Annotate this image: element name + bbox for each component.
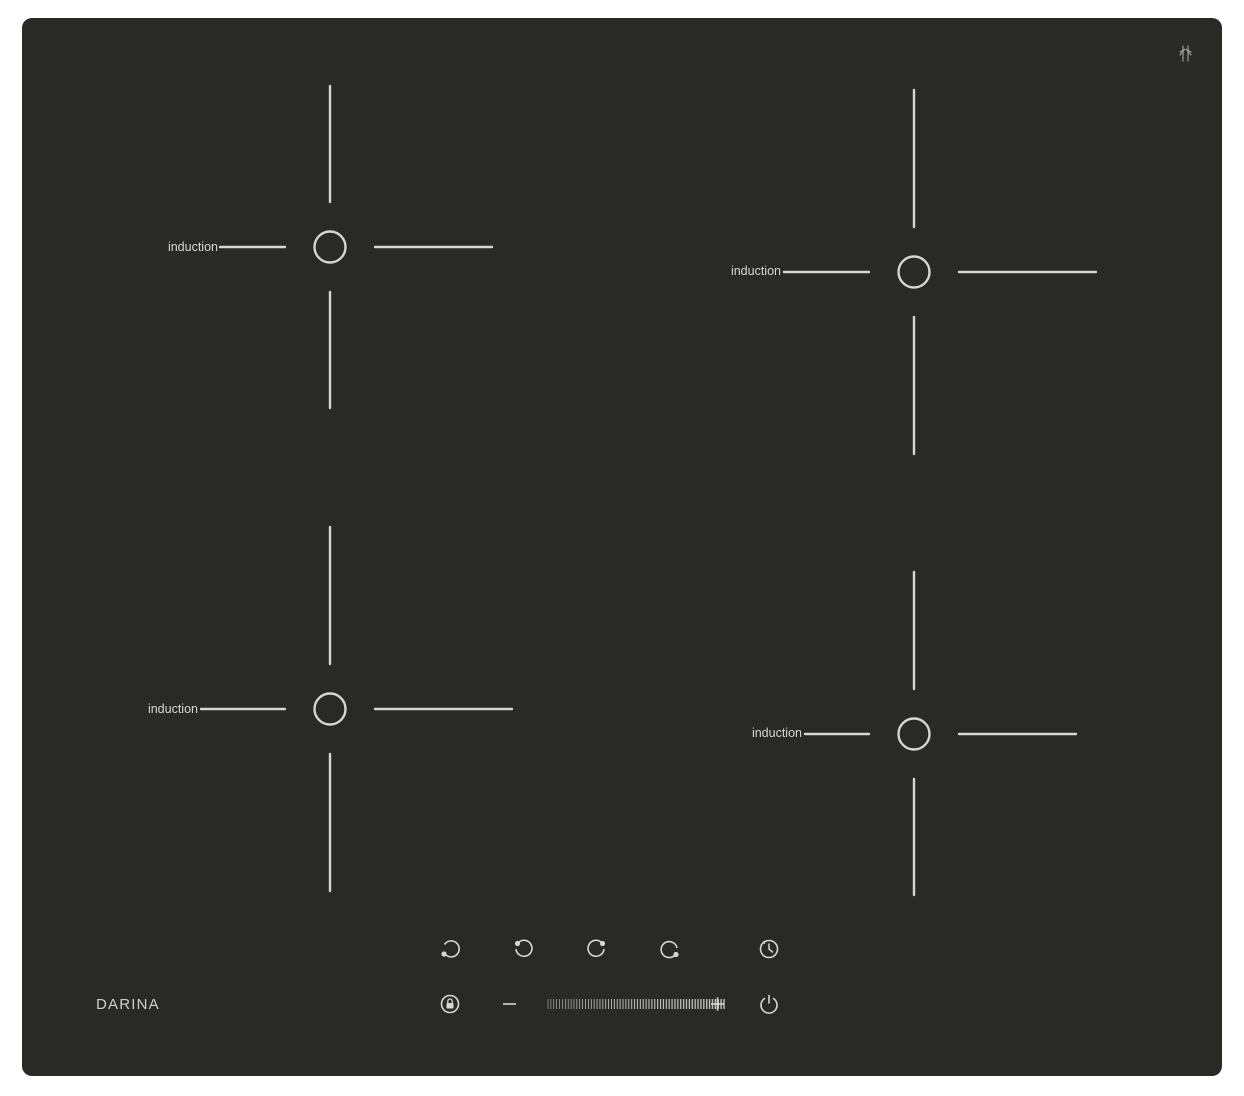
timer-icon: [759, 939, 779, 959]
zone-rear-left-icon: [441, 940, 460, 958]
zone-front-left-button[interactable]: [509, 935, 537, 963]
zone-rear-right-button[interactable]: [583, 935, 611, 963]
zone-front-right-marking: [803, 570, 1078, 897]
zone-rear-left-button[interactable]: [436, 935, 464, 963]
zone-rear-left-marking: [218, 84, 494, 410]
zone-markings: [199, 84, 1098, 897]
brand-logo: DARINA: [96, 996, 160, 1013]
minus-icon: [503, 1003, 516, 1005]
plus-icon: [711, 997, 724, 1011]
zone-rear-left-label: induction: [167, 240, 218, 254]
minus-button[interactable]: [496, 990, 524, 1018]
lock-icon: [440, 994, 460, 1014]
zone-rear-right-marking: [782, 88, 1098, 456]
timer-button[interactable]: [755, 935, 783, 963]
zone-front-left-marking: [199, 525, 514, 893]
zone-rear-right-label: induction: [730, 264, 781, 278]
plus-button[interactable]: [704, 990, 732, 1018]
zone-rear-right-icon: [587, 939, 606, 958]
power-level-slider[interactable]: [522, 990, 725, 1018]
power-icon: [760, 994, 778, 1014]
safety-symbol-icon: [1177, 44, 1195, 64]
zone-front-left-icon: [514, 939, 533, 958]
power-button[interactable]: [755, 990, 783, 1018]
zone-front-left-label: induction: [147, 702, 198, 716]
lock-button[interactable]: [436, 990, 464, 1018]
zone-front-right-icon: [660, 940, 679, 959]
induction-hob-surface: induction induction induction induction …: [22, 18, 1222, 1076]
zone-front-right-label: induction: [751, 726, 802, 740]
zone-front-right-button[interactable]: [656, 935, 684, 963]
